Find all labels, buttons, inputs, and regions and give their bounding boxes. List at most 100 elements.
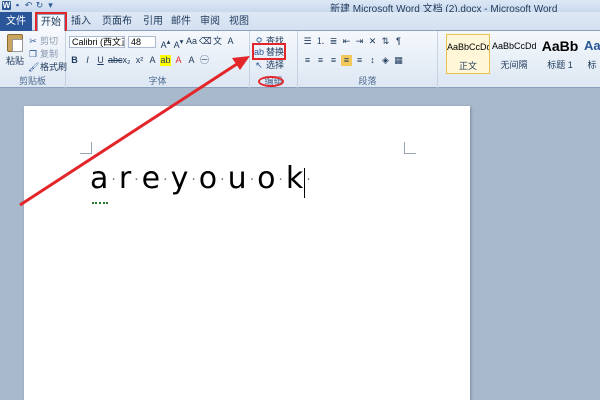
- style-heading-2-sample: Aa: [584, 38, 600, 53]
- strikethrough-icon[interactable]: abc: [108, 55, 123, 66]
- format-painter-icon: 🖌: [28, 61, 40, 72]
- undo-icon[interactable]: ↶: [24, 1, 33, 10]
- enclose-characters-icon[interactable]: ㊀: [199, 55, 210, 66]
- customize-qat-icon[interactable]: ▾: [46, 1, 55, 10]
- justify-icon[interactable]: ≡: [341, 55, 352, 66]
- tab-mailings[interactable]: 邮件: [170, 14, 192, 31]
- tab-page-layout[interactable]: 页面布局: [98, 14, 136, 42]
- style-no-spacing-sample: AaBbCcDd: [492, 41, 536, 51]
- clipboard-group-label: 剪贴板: [18, 76, 46, 86]
- style-no-spacing-name: 无间隔: [500, 60, 528, 70]
- style-normal[interactable]: AaBbCcDd 正文: [446, 34, 490, 74]
- multilevel-list-icon[interactable]: ≣: [328, 36, 339, 47]
- ribbon-tabs: 文件 开始 插入 页面布局 引用 邮件 审阅 视图: [0, 12, 600, 42]
- replace-button[interactable]: ab 替换: [251, 43, 287, 60]
- style-heading-1[interactable]: AaBb 标题 1: [538, 34, 582, 74]
- ribbon: 粘贴 ✂ 剪切 ❐ 复制 🖌 格式刷 剪贴板 Calibri (西文正 48 A…: [0, 31, 600, 88]
- borders-icon[interactable]: ▦: [393, 55, 404, 66]
- style-normal-name: 正文: [458, 61, 477, 71]
- document-text[interactable]: a·r·e·y·o·u·o·k·: [90, 161, 314, 196]
- tab-file[interactable]: 文件: [0, 12, 32, 31]
- doc-letter: a: [90, 161, 111, 196]
- align-right-icon[interactable]: ≡: [328, 55, 339, 66]
- chinese-layout-icon[interactable]: ✕: [367, 36, 378, 47]
- decrease-indent-icon[interactable]: ⇤: [341, 36, 352, 47]
- style-normal-sample: AaBbCcDd: [447, 42, 489, 52]
- paragraph-group: ☰ ⒈ ≣ ⇤ ⇥ ✕ ⇅ ¶ ≡ ≡ ≡ ≡ ≡ ↕ ◈ ▦ 段落: [298, 31, 438, 88]
- find-icon: ⚲: [255, 35, 263, 46]
- show-marks-icon[interactable]: ¶: [393, 36, 404, 47]
- bold-icon[interactable]: B: [69, 55, 80, 66]
- style-heading-1-name: 标题 1: [547, 60, 573, 70]
- paste-icon: [7, 34, 23, 52]
- copy-label: 复制: [40, 49, 59, 59]
- underline-icon[interactable]: U: [95, 55, 106, 66]
- select-button[interactable]: ↖ 选择: [254, 58, 284, 71]
- cut-label: 剪切: [40, 36, 59, 46]
- highlight-icon[interactable]: ab: [160, 55, 171, 66]
- doc-letter: e: [141, 161, 163, 196]
- shrink-font-icon[interactable]: A▾: [173, 36, 184, 50]
- style-no-spacing[interactable]: AaBbCcDd 无间隔: [492, 34, 536, 74]
- phonetic-guide-icon[interactable]: 文: [212, 36, 223, 47]
- doc-letter: r: [118, 161, 134, 196]
- numbering-icon[interactable]: ⒈: [315, 36, 326, 47]
- save-icon[interactable]: ▪: [13, 1, 22, 10]
- font-color-icon[interactable]: A: [173, 55, 184, 66]
- align-center-icon[interactable]: ≡: [315, 55, 326, 66]
- clipboard-group: 粘贴 ✂ 剪切 ❐ 复制 🖌 格式刷 剪贴板: [0, 31, 67, 88]
- character-border-icon[interactable]: A: [225, 36, 236, 47]
- font-format-tools: B I U abc x₂ x² A ab A A ㊀: [69, 55, 210, 66]
- format-painter-label: 格式刷: [40, 62, 68, 72]
- margin-corner-top-left: [80, 142, 92, 154]
- superscript-icon[interactable]: x²: [134, 55, 145, 66]
- word-logo-icon[interactable]: W: [2, 1, 11, 10]
- tab-insert[interactable]: 插入: [70, 14, 92, 31]
- distributed-icon[interactable]: ≡: [354, 55, 365, 66]
- shading-icon[interactable]: ◈: [380, 55, 391, 66]
- tab-home[interactable]: 开始: [35, 12, 67, 33]
- text-effects-icon[interactable]: A: [147, 55, 158, 66]
- title-bar: W ▪ ↶ ↻ ▾ 新建 Microsoft Word 文档 (2).docx …: [0, 0, 600, 15]
- font-name-select[interactable]: Calibri (西文正: [69, 36, 125, 48]
- copy-icon: ❐: [28, 48, 38, 59]
- tab-references[interactable]: 引用: [142, 14, 164, 31]
- document-page[interactable]: a·r·e·y·o·u·o·k·: [24, 106, 470, 400]
- paragraph-group-label: 段落: [358, 76, 377, 86]
- paragraph-list-tools: ☰ ⒈ ≣ ⇤ ⇥ ✕ ⇅ ¶: [302, 36, 404, 47]
- character-shading-icon[interactable]: A: [186, 55, 197, 66]
- style-heading-2[interactable]: Aa 标: [584, 34, 600, 74]
- doc-letter: y: [170, 161, 191, 196]
- tab-review[interactable]: 审阅: [199, 14, 221, 31]
- grammar-squiggle: [92, 202, 108, 204]
- cut-button[interactable]: ✂ 剪切: [28, 34, 58, 47]
- styles-group: AaBbCcDd 正文 AaBbCcDd 无间隔 AaBb 标题 1 Aa 标: [438, 31, 600, 88]
- select-cursor-icon: ↖: [255, 59, 263, 70]
- font-group: Calibri (西文正 48 A▴ A▾ Aa ⌫ 文 A B I U abc…: [66, 31, 250, 88]
- font-size-select[interactable]: 48: [128, 36, 156, 48]
- redo-icon[interactable]: ↻: [35, 1, 44, 10]
- increase-indent-icon[interactable]: ⇥: [354, 36, 365, 47]
- italic-icon[interactable]: I: [82, 55, 93, 66]
- select-label: 选择: [266, 60, 285, 70]
- clear-formatting-icon[interactable]: ⌫: [199, 36, 212, 47]
- quick-access-toolbar: W ▪ ↶ ↻ ▾: [2, 1, 55, 10]
- paste-button[interactable]: 粘贴: [4, 34, 26, 68]
- replace-label: 替换: [266, 47, 285, 57]
- bullets-icon[interactable]: ☰: [302, 36, 313, 47]
- align-left-icon[interactable]: ≡: [302, 55, 313, 66]
- doc-letter: u: [227, 161, 249, 196]
- line-spacing-icon[interactable]: ↕: [367, 55, 378, 66]
- grow-font-icon[interactable]: A▴: [160, 36, 171, 50]
- sort-icon[interactable]: ⇅: [380, 36, 391, 47]
- tab-view[interactable]: 视图: [228, 14, 250, 31]
- style-heading-1-sample: AaBb: [541, 38, 579, 54]
- margin-corner-top-right: [404, 142, 416, 154]
- text-cursor: [304, 168, 305, 198]
- doc-letter: o: [198, 161, 220, 196]
- change-case-icon[interactable]: Aa: [186, 36, 197, 47]
- copy-button[interactable]: ❐ 复制: [28, 47, 58, 60]
- subscript-icon[interactable]: x₂: [121, 55, 132, 66]
- font-size-tools: A▴ A▾ Aa ⌫ 文 A: [160, 36, 236, 50]
- format-painter-button[interactable]: 🖌 格式刷: [28, 60, 67, 73]
